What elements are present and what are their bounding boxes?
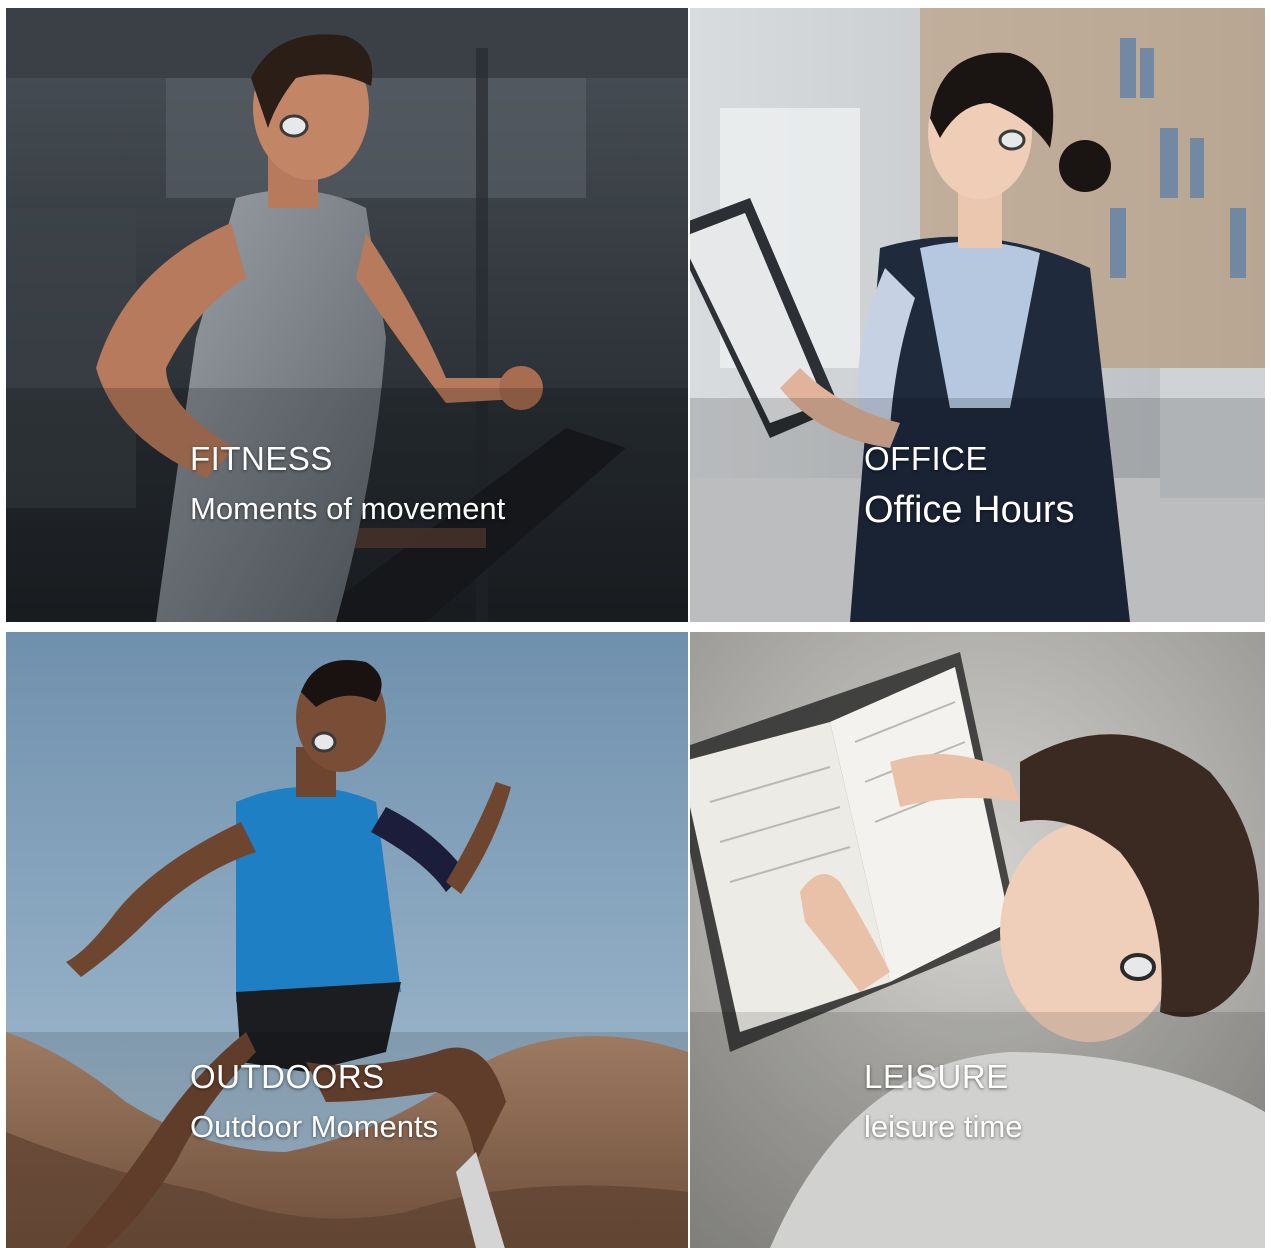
leisure-category: LEISURE (864, 1058, 1009, 1095)
leisure-caption: LEISURE leisure time (864, 1060, 1023, 1142)
office-category: OFFICE (864, 440, 988, 477)
fitness-category: FITNESS (190, 440, 333, 477)
outdoors-category: OUTDOORS (190, 1058, 385, 1095)
scenario-collage: FITNESS Moments of movement OFFICE Offic… (0, 0, 1271, 1248)
earbud-icon (311, 731, 337, 753)
fitness-caption: FITNESS Moments of movement (190, 442, 505, 524)
earbud-icon (279, 114, 309, 138)
outdoors-subtitle: Outdoor Moments (190, 1109, 439, 1144)
earbud-icon (998, 129, 1026, 151)
gym-runner-illustration (6, 8, 688, 622)
outdoors-caption: OUTDOORS Outdoor Moments (190, 1060, 438, 1142)
office-subtitle: Office Hours (864, 489, 1075, 531)
outdoor-runner-illustration (6, 632, 688, 1248)
fitness-panel: FITNESS Moments of movement (6, 8, 688, 622)
fitness-subtitle: Moments of movement (190, 491, 506, 526)
outdoors-panel: OUTDOORS Outdoor Moments (6, 632, 688, 1248)
office-panel: OFFICE Office Hours (690, 8, 1265, 622)
office-caption: OFFICE Office Hours (864, 442, 1074, 529)
reading-leisure-illustration (690, 632, 1265, 1248)
leisure-subtitle: leisure time (864, 1109, 1023, 1144)
leisure-panel: LEISURE leisure time (690, 632, 1265, 1248)
earbud-icon (1120, 953, 1156, 981)
